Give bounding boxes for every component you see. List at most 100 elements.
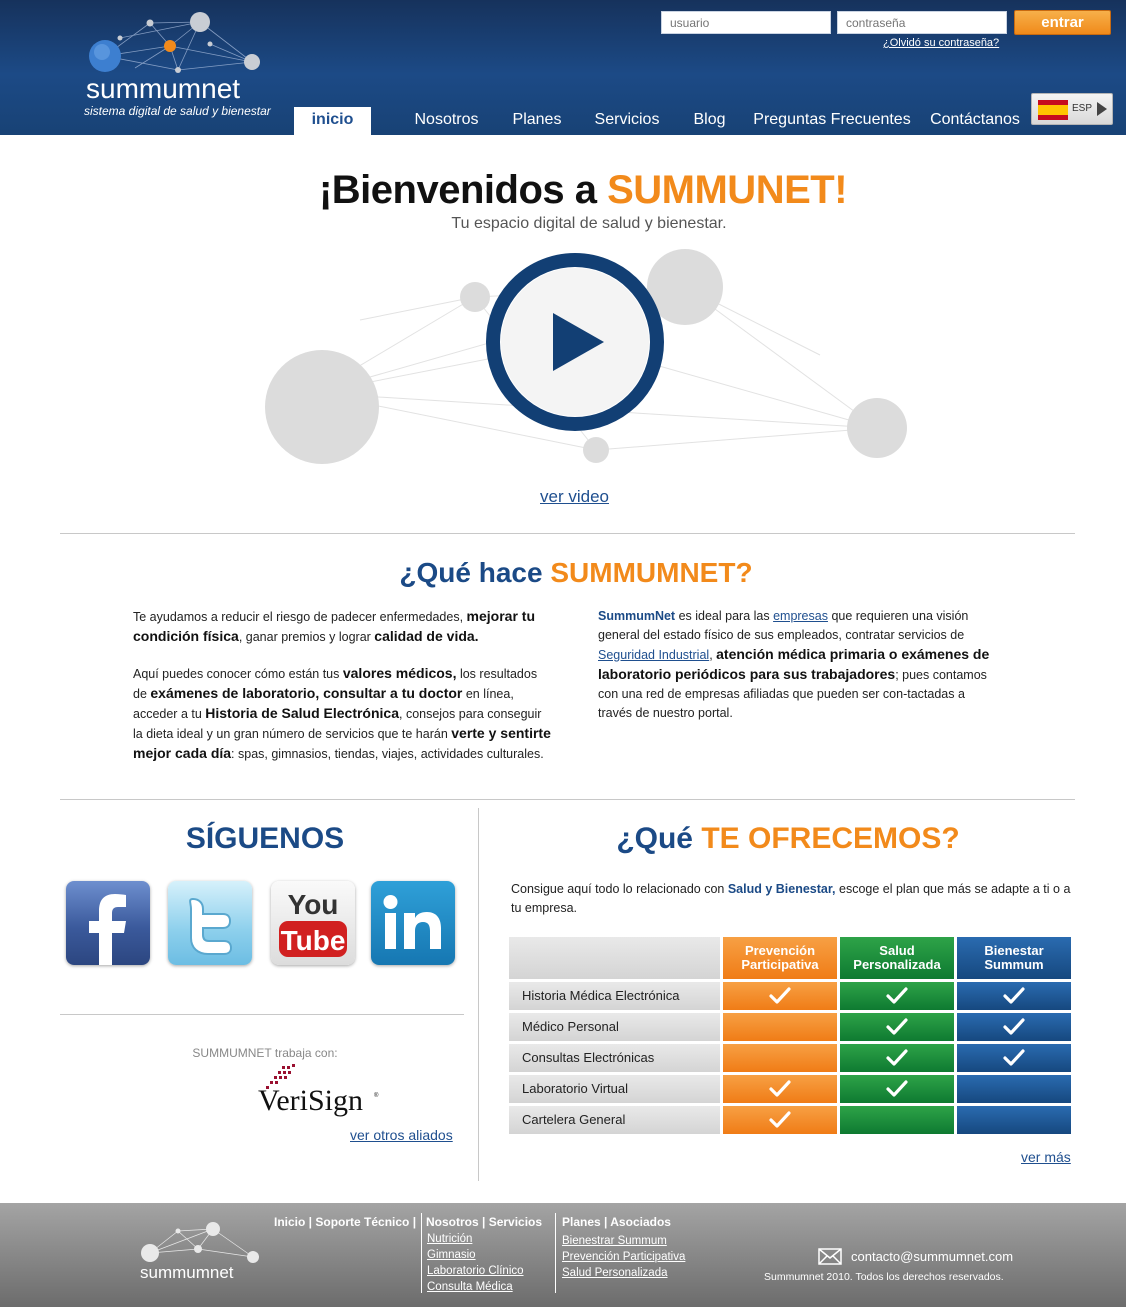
hero-title-accent: SUMMUNET! [607,168,848,212]
plan-cell [723,1013,837,1041]
nav-item-servicios[interactable]: Servicios [572,107,682,135]
plan-cell [723,1106,837,1134]
table-row: Laboratorio Virtual [509,1075,1071,1103]
seguridad-industrial-link[interactable]: Seguridad Industrial [598,648,709,662]
watch-video-link[interactable]: ver video [540,487,609,507]
what-left-paragraph-1: Te ayudamos a reducir el riesgo de padec… [133,608,535,644]
plan-cell [840,1106,954,1134]
plan-header-bienestar[interactable]: Bienestar Summum [957,937,1071,979]
check-icon [886,987,908,1004]
what-right-paragraph: SummumNet es ideal para las empresas que… [598,609,990,720]
feature-label: Cartelera General [509,1106,720,1134]
spain-flag-icon [1038,100,1068,120]
contact-email-link[interactable]: contacto@summumnet.com [851,1249,1013,1264]
plan-cell [957,1075,1071,1103]
login-button[interactable]: entrar [1014,10,1111,35]
nav-item-faq[interactable]: Preguntas Frecuentes [737,107,927,135]
plan-cell [957,1044,1071,1072]
table-row: Consultas Electrónicas [509,1044,1071,1072]
nav-item-nosotros[interactable]: Nosotros [391,107,502,135]
username-input[interactable] [661,11,831,34]
other-partners-link[interactable]: ver otros aliados [350,1127,453,1143]
check-icon [1003,987,1025,1004]
footer-nav-nosotros-servicios[interactable]: Nosotros | Servicios [426,1215,542,1229]
footer-divider [421,1213,422,1293]
footer-link-laboratorio[interactable]: Laboratorio Clínico [427,1263,524,1279]
facebook-icon[interactable] [66,881,150,965]
youtube-icon[interactable]: You Tube [271,881,355,965]
table-row: Cartelera General [509,1106,1071,1134]
check-icon [886,1049,908,1066]
site-header: summumnet sistema digital de salud y bie… [0,0,1126,135]
see-more-link[interactable]: ver más [1021,1149,1071,1165]
arrow-right-icon [1097,102,1107,116]
plan-cell [840,1075,954,1103]
verisign-logo[interactable]: VeriSign ® [256,1062,386,1118]
table-row: Médico Personal [509,1013,1071,1041]
section-divider [60,799,1075,800]
footer-link-nutricion[interactable]: Nutrición [427,1231,524,1247]
footer-link-prevencion[interactable]: Prevención Participativa [562,1249,685,1265]
password-input[interactable] [837,11,1007,34]
twitter-icon[interactable] [168,881,252,965]
what-left-paragraph-2: Aquí puedes conocer cómo están tus valor… [133,665,551,761]
footer-link-gimnasio[interactable]: Gimnasio [427,1247,524,1263]
section-divider [60,1014,464,1015]
plan-cell [723,1044,837,1072]
check-icon [769,987,791,1004]
hero-title: ¡Bienvenidos a SUMMUNET! [0,168,1126,213]
offer-intro: Consigue aquí todo lo relacionado con Sa… [511,882,1071,915]
plan-cell [840,1013,954,1041]
plan-header-salud[interactable]: Salud Personalizada [840,937,954,979]
main-nav: inicio Nosotros Planes Servicios Blog Pr… [294,107,1023,135]
footer-nav-inicio-soporte[interactable]: Inicio | Soporte Técnico | [274,1215,416,1229]
plan-cell [957,1106,1071,1134]
site-footer: summumnet Inicio | Soporte Técnico | Nos… [0,1203,1126,1307]
check-icon [769,1080,791,1097]
plan-cell [840,1044,954,1072]
feature-label: Médico Personal [509,1013,720,1041]
video-play-graphic[interactable] [260,245,920,475]
plan-cell [723,1075,837,1103]
nav-item-inicio[interactable]: inicio [294,107,371,135]
nav-item-planes[interactable]: Planes [502,107,572,135]
check-icon [1003,1018,1025,1035]
follow-title: SÍGUENOS [185,822,345,855]
check-icon [769,1111,791,1128]
footer-link-salud[interactable]: Salud Personalizada [562,1265,685,1281]
offer-title: ¿Qué TE OFRECEMOS? [508,822,1068,856]
plan-cell [957,982,1071,1010]
check-icon [1003,1049,1025,1066]
feature-label: Historia Médica Electrónica [509,982,720,1010]
plan-cell [723,982,837,1010]
check-icon [886,1080,908,1097]
plan-cell [957,1013,1071,1041]
offer-title-prefix: ¿Qué [616,822,702,855]
footer-nav-planes-asociados[interactable]: Planes | Asociados [562,1215,671,1229]
column-divider [478,808,479,1181]
language-selector[interactable]: ESP [1031,93,1113,125]
footer-link-consulta[interactable]: Consulta Médica [427,1279,524,1295]
empresas-link[interactable]: empresas [773,609,828,623]
hero-title-prefix: ¡Bienvenidos a [318,168,608,212]
footer-link-bienestar[interactable]: Bienestrar Summum [562,1233,685,1249]
footer-logo-wordmark[interactable]: summumnet [140,1263,234,1283]
hero-subtitle: Tu espacio digital de salud y bienestar. [451,215,727,232]
plan-header-prevencion[interactable]: Prevención Participativa [723,937,837,979]
footer-plans-links: Bienestrar Summum Prevención Participati… [562,1233,685,1281]
nav-item-blog[interactable]: Blog [682,107,737,135]
plan-cell [840,982,954,1010]
forgot-password-link[interactable]: ¿Olvidó su contraseña? [883,37,999,49]
nav-item-contactanos[interactable]: Contáctanos [927,107,1023,135]
mail-icon[interactable] [818,1248,842,1265]
feature-label: Laboratorio Virtual [509,1075,720,1103]
svg-text:VeriSign: VeriSign [258,1084,363,1117]
table-header-empty [509,937,720,979]
offer-title-accent: TE OFRECEMOS? [701,822,960,855]
table-row: Historia Médica Electrónica [509,982,1071,1010]
check-icon [886,1018,908,1035]
linkedin-icon[interactable] [371,881,455,965]
section-divider [60,533,1075,534]
logo-wordmark[interactable]: summumnet [86,73,240,105]
svg-text:®: ® [374,1092,379,1099]
